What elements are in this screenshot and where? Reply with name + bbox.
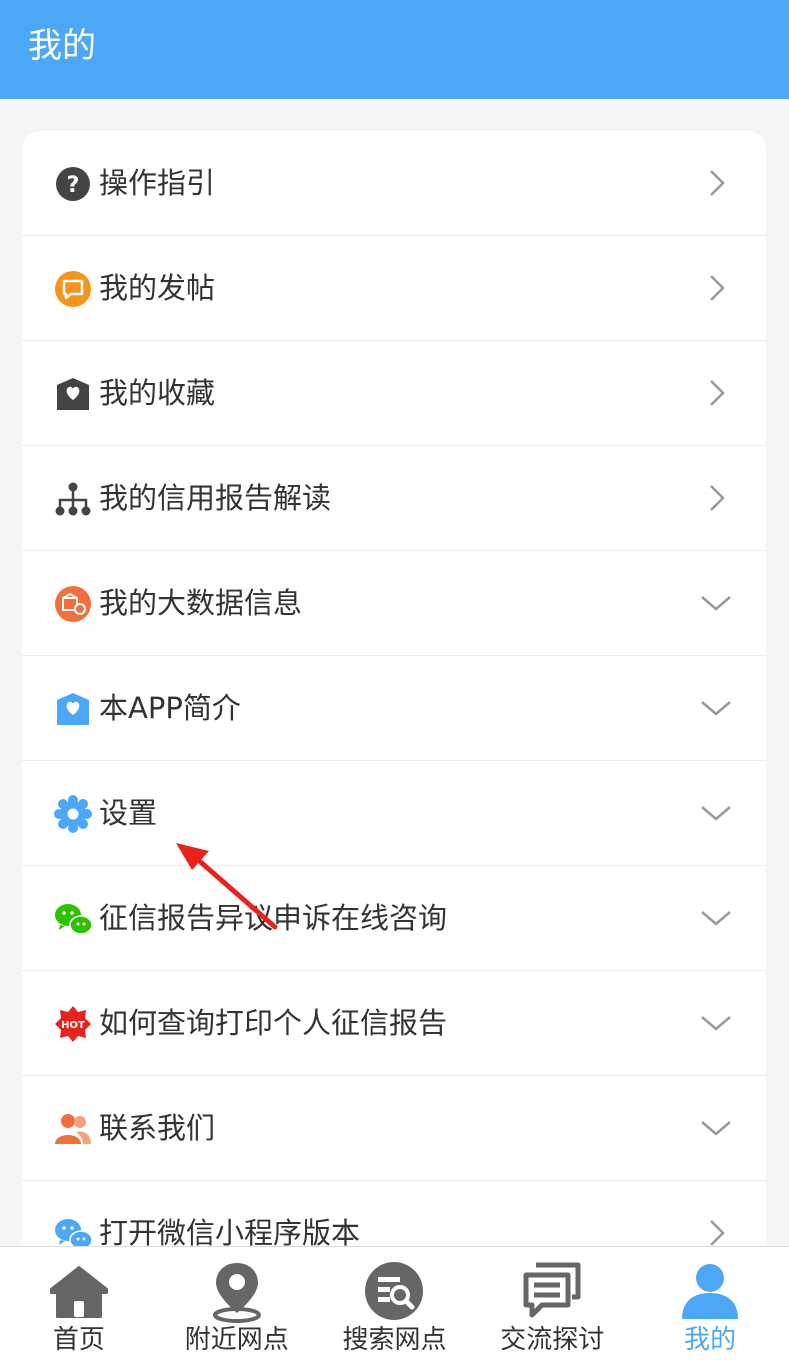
bottom-tab-bar: 首页 附近网点 搜索网点 交流探讨 我的 bbox=[0, 1246, 789, 1360]
chevron-right-icon bbox=[698, 270, 734, 306]
menu-item-label: 我的收藏 bbox=[99, 376, 216, 410]
hot-badge-icon: HOT bbox=[54, 1005, 92, 1043]
chevron-right-icon bbox=[698, 480, 734, 516]
chevron-right-icon bbox=[698, 375, 734, 411]
menu-item-contact-us[interactable]: 联系我们 bbox=[22, 1076, 766, 1181]
wechat-icon bbox=[54, 900, 92, 938]
menu-item-operation-guide[interactable]: ? 操作指引 bbox=[22, 131, 766, 236]
chat-bubbles-icon bbox=[520, 1259, 584, 1323]
menu-item-app-intro[interactable]: 本APP简介 bbox=[22, 656, 766, 761]
tab-discussion[interactable]: 交流探讨 bbox=[473, 1247, 631, 1360]
menu-item-settings[interactable]: 设置 bbox=[22, 761, 766, 866]
chevron-down-icon bbox=[698, 1005, 734, 1041]
contacts-icon bbox=[54, 1110, 92, 1148]
location-pin-icon bbox=[205, 1259, 269, 1323]
tab-mine[interactable]: 我的 bbox=[631, 1247, 789, 1360]
question-circle-icon: ? bbox=[54, 165, 92, 203]
user-profile-icon bbox=[678, 1259, 742, 1323]
menu-item-label: 我的大数据信息 bbox=[99, 586, 303, 620]
menu-item-label: 我的发帖 bbox=[99, 271, 216, 305]
menu-item-label: 征信报告异议申诉在线咨询 bbox=[99, 901, 448, 935]
home-icon bbox=[47, 1259, 111, 1323]
hierarchy-icon bbox=[54, 480, 92, 518]
tab-label: 我的 bbox=[684, 1325, 737, 1355]
favorites-heart-icon bbox=[54, 375, 92, 413]
chevron-right-icon bbox=[698, 1215, 734, 1246]
tab-label: 搜索网点 bbox=[342, 1325, 447, 1355]
menu-item-how-to-print-report[interactable]: HOT 如何查询打印个人征信报告 bbox=[22, 971, 766, 1076]
tab-label: 附近网点 bbox=[184, 1325, 289, 1355]
app-intro-heart-icon bbox=[54, 690, 92, 728]
menu-item-my-favorites[interactable]: 我的收藏 bbox=[22, 341, 766, 446]
chevron-down-icon bbox=[698, 900, 734, 936]
bank-data-icon bbox=[54, 585, 92, 623]
tab-search-branches[interactable]: 搜索网点 bbox=[316, 1247, 474, 1360]
menu-item-label: 本APP简介 bbox=[99, 691, 241, 725]
menu-item-my-posts[interactable]: 我的发帖 bbox=[22, 236, 766, 341]
menu-list: ? 操作指引 我的发帖 我的收藏 我的信用报告解读 我的大数据信息 本APP简介… bbox=[22, 131, 766, 1246]
post-message-icon bbox=[54, 270, 92, 308]
chevron-down-icon bbox=[698, 1110, 734, 1146]
tab-home[interactable]: 首页 bbox=[0, 1247, 158, 1360]
tab-label: 交流探讨 bbox=[500, 1325, 605, 1355]
menu-item-label: 如何查询打印个人征信报告 bbox=[99, 1006, 448, 1040]
app-header: 我的 bbox=[0, 0, 789, 99]
menu-item-label: 打开微信小程序版本 bbox=[99, 1216, 361, 1246]
search-doc-icon bbox=[362, 1259, 426, 1323]
chevron-right-icon bbox=[698, 165, 734, 201]
menu-item-credit-report-interpretation[interactable]: 我的信用报告解读 bbox=[22, 446, 766, 551]
menu-item-label: 设置 bbox=[99, 796, 158, 830]
gear-icon bbox=[54, 795, 92, 833]
menu-item-big-data-info[interactable]: 我的大数据信息 bbox=[22, 551, 766, 656]
wechat-mini-program-icon bbox=[54, 1215, 92, 1246]
menu-item-label: 我的信用报告解读 bbox=[99, 481, 332, 515]
page-title: 我的 bbox=[28, 26, 96, 66]
tab-label: 首页 bbox=[52, 1325, 105, 1355]
tab-nearby-branches[interactable]: 附近网点 bbox=[158, 1247, 316, 1360]
svg-text:?: ? bbox=[67, 173, 80, 198]
chevron-down-icon bbox=[698, 795, 734, 831]
menu-item-label: 联系我们 bbox=[99, 1111, 216, 1145]
hot-badge-text: HOT bbox=[61, 1020, 85, 1031]
menu-item-open-wechat-mini-program[interactable]: 打开微信小程序版本 bbox=[22, 1181, 766, 1246]
menu-item-label: 操作指引 bbox=[99, 166, 216, 200]
chevron-down-icon bbox=[698, 690, 734, 726]
chevron-down-icon bbox=[698, 585, 734, 621]
menu-item-credit-dispute-consult[interactable]: 征信报告异议申诉在线咨询 bbox=[22, 866, 766, 971]
